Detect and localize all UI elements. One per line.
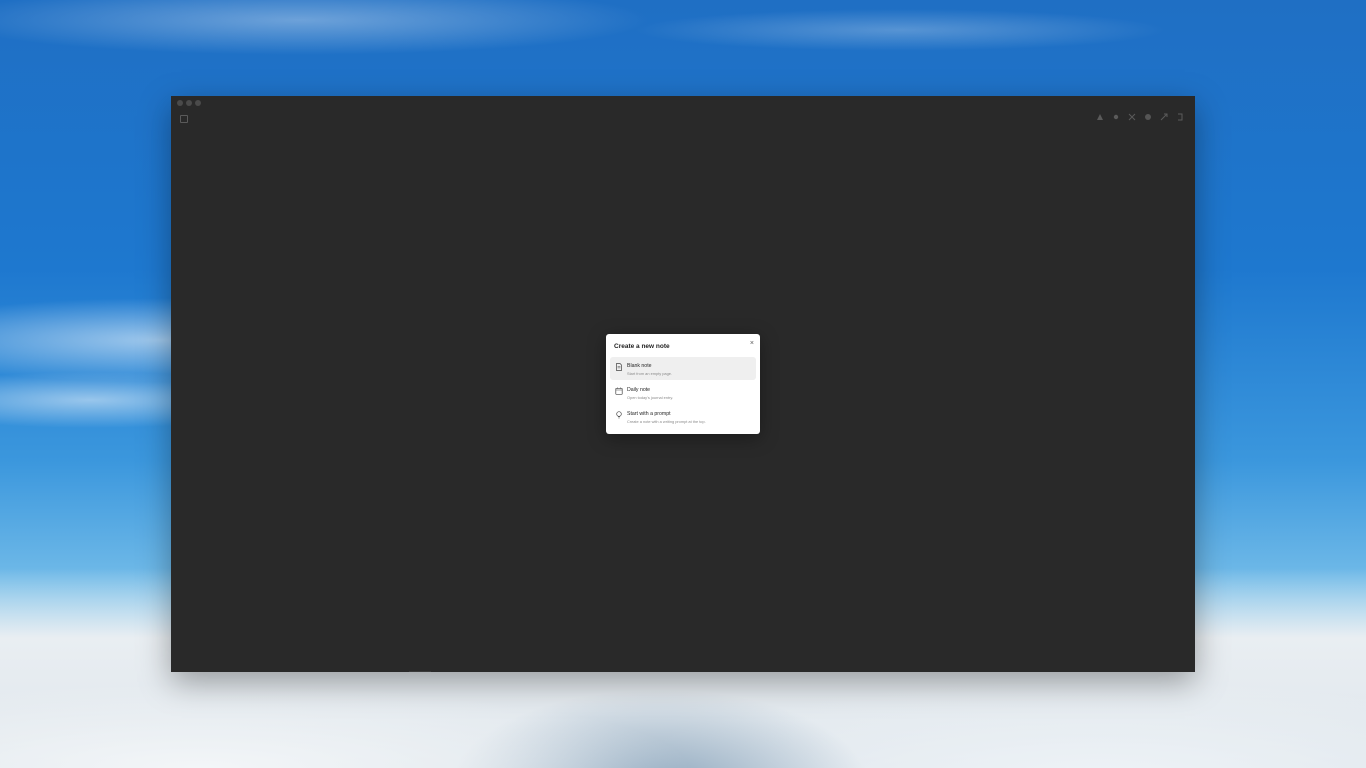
share-icon[interactable] xyxy=(1095,113,1105,123)
expand-icon[interactable] xyxy=(1159,113,1169,123)
document-icon xyxy=(615,363,623,371)
lightbulb-icon xyxy=(615,411,623,419)
dialog-title: Create a new note xyxy=(614,343,670,350)
sidebar-toggle-icon[interactable] xyxy=(180,115,188,123)
new-note-dialog: Create a new note × Blank note Start fro… xyxy=(606,334,760,434)
option-title: Start with a prompt xyxy=(627,411,671,417)
circle-icon[interactable] xyxy=(1143,113,1153,123)
toolbar-right xyxy=(1095,113,1185,123)
option-blank-note[interactable]: Blank note Start from an empty page. xyxy=(610,357,756,380)
close-icon[interactable] xyxy=(1127,113,1137,123)
option-daily-note[interactable]: Daily note Open today's journal entry. xyxy=(610,381,756,404)
option-title: Daily note xyxy=(627,387,651,393)
scroll-indicator xyxy=(409,671,431,672)
option-title: Blank note xyxy=(627,363,652,369)
option-description: Start from an empty page. xyxy=(627,370,672,376)
zoom-window-button[interactable] xyxy=(195,100,201,106)
sparkle-icon[interactable] xyxy=(1111,113,1121,123)
panel-icon[interactable] xyxy=(1175,113,1185,123)
dialog-close-button[interactable]: × xyxy=(750,340,754,347)
option-start-with-prompt[interactable]: Start with a prompt Create a note with a… xyxy=(610,405,756,428)
desktop-wallpaper: Create a new note × Blank note Start fro… xyxy=(0,0,1366,768)
option-description: Open today's journal entry. xyxy=(627,394,674,400)
minimize-window-button[interactable] xyxy=(186,100,192,106)
window-controls xyxy=(177,100,201,106)
close-window-button[interactable] xyxy=(177,100,183,106)
option-description: Create a note with a writing prompt at t… xyxy=(627,418,706,424)
app-window: Create a new note × Blank note Start fro… xyxy=(171,96,1195,672)
calendar-icon xyxy=(615,387,623,395)
